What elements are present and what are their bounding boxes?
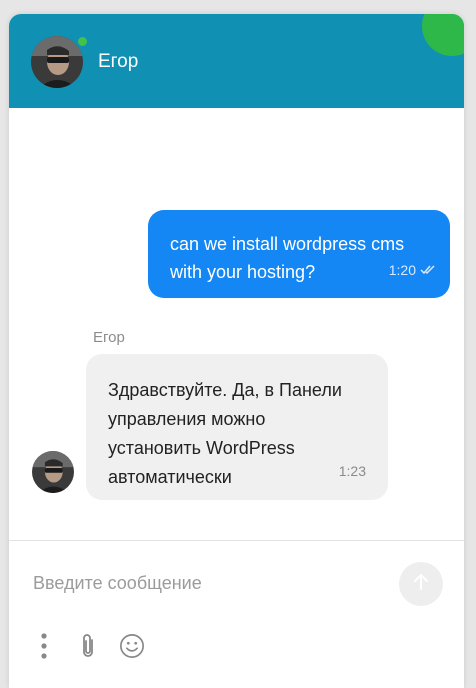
- send-button[interactable]: [399, 562, 443, 606]
- smiley-icon[interactable]: [119, 631, 145, 661]
- arrow-up-icon: [411, 572, 431, 597]
- composer-toolbar: [31, 631, 145, 661]
- message-line: can we install wordpress cms: [170, 234, 405, 254]
- message-line: Здравствуйте. Да, в Панели: [108, 380, 342, 400]
- message-input[interactable]: [31, 569, 375, 597]
- chat-widget: Егор can we install wordpress cms with y…: [9, 14, 464, 688]
- message-line: автоматически: [108, 467, 232, 487]
- outgoing-message: can we install wordpress cms with your h…: [148, 210, 450, 298]
- chat-header: Егор: [9, 14, 464, 108]
- message-time: 1:20: [388, 262, 416, 278]
- sender-name: Егор: [93, 329, 125, 346]
- corner-accent-decoration: [422, 14, 464, 56]
- incoming-message: Здравствуйте. Да, в Панели управления мо…: [86, 354, 388, 500]
- message-line: управления можно: [108, 409, 266, 429]
- agent-avatar: [31, 36, 83, 88]
- message-meta: 1:20: [389, 256, 436, 284]
- message-line: установить WordPress: [108, 438, 295, 458]
- agent-name: Егор: [98, 51, 139, 72]
- message-composer: [9, 540, 464, 688]
- double-check-icon: [420, 256, 436, 284]
- message-time: 1:23: [338, 463, 366, 479]
- paperclip-icon[interactable]: [75, 631, 101, 661]
- message-list[interactable]: can we install wordpress cms with your h…: [9, 108, 464, 540]
- sender-avatar: [32, 451, 74, 493]
- online-status-dot: [77, 36, 88, 47]
- more-vertical-icon[interactable]: [31, 631, 57, 661]
